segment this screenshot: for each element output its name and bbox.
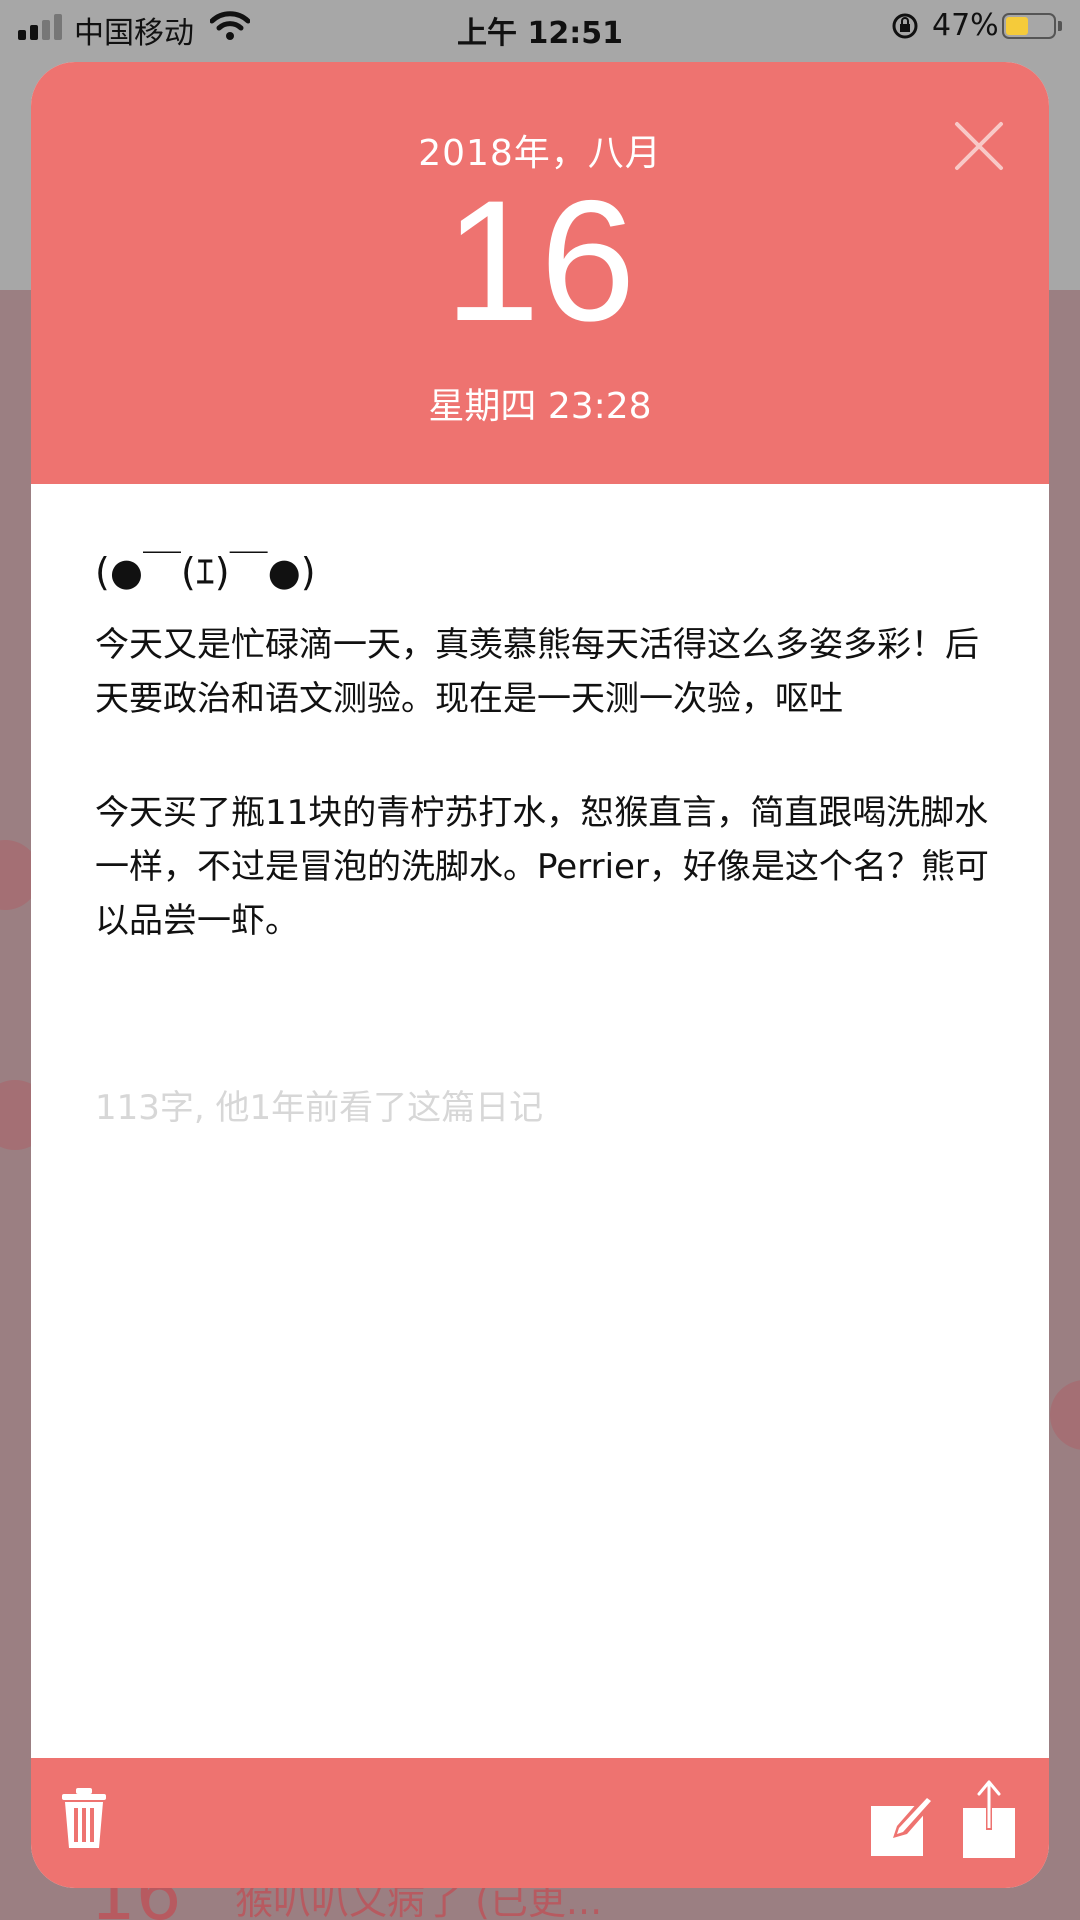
diary-meta: 113字, 他1年前看了这篇日记: [95, 1088, 544, 1128]
status-bar: 中国移动 上午 12:51 47%: [0, 0, 1080, 54]
close-icon[interactable]: [949, 116, 1009, 176]
diary-paragraph: 今天买了瓶11块的青柠苏打水，恕猴直言，简直跟喝洗脚水一样，不过是冒泡的洗脚水。…: [95, 793, 989, 941]
battery-cap: [1058, 21, 1062, 31]
trash-icon[interactable]: [59, 1786, 109, 1852]
battery-level: [1006, 17, 1028, 35]
share-icon[interactable]: [961, 1780, 1017, 1860]
battery-icon: [1002, 13, 1056, 39]
diary-card: 2018年，八月 16 星期四 23:28 (●￣(ｴ)￣●) 今天又是忙碌滴一…: [31, 62, 1049, 1888]
battery-percent: 47%: [932, 8, 999, 43]
rotation-lock-icon: [892, 13, 918, 39]
diary-title: (●￣(ｴ)￣●): [95, 550, 316, 594]
diary-header: 2018年，八月 16 星期四 23:28: [31, 62, 1049, 484]
diary-weekday-time: 星期四 23:28: [428, 386, 652, 427]
diary-toolbar: [31, 1758, 1049, 1888]
diary-paragraph: 今天又是忙碌滴一天，真羡慕熊每天活得这么多姿多彩！后天要政治和语文测验。现在是一…: [95, 625, 979, 719]
edit-icon[interactable]: [869, 1788, 941, 1860]
diary-content: (●￣(ｴ)￣●) 今天又是忙碌滴一天，真羡慕熊每天活得这么多姿多彩！后天要政治…: [95, 542, 995, 948]
diary-day: 16: [444, 165, 636, 357]
